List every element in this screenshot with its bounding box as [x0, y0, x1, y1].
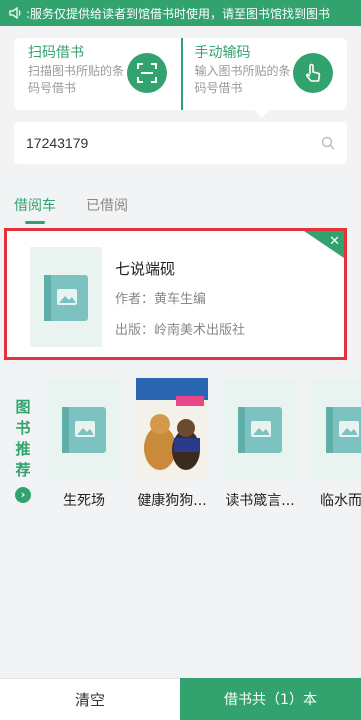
scan-button[interactable] [126, 53, 167, 93]
book-cover-placeholder [48, 378, 120, 480]
recommend-char: 图 [15, 398, 31, 416]
barcode-input[interactable] [26, 135, 321, 151]
scan-icon [136, 63, 157, 83]
recommend-char: 推 [15, 440, 31, 458]
tab-borrowed[interactable]: 已借阅 [86, 195, 128, 219]
scan-borrow-option[interactable]: 扫码借书 扫描图书所贴的条码号借书 [14, 38, 181, 110]
recommend-book[interactable]: 生死场 [42, 378, 126, 510]
recommend-char: 荐 [15, 461, 31, 479]
borrow-button[interactable]: 借书共（1）本 [180, 678, 361, 720]
recommend-char: 书 [15, 419, 31, 437]
chevron-right-icon[interactable]: › [15, 487, 31, 503]
book-placeholder-icon [44, 275, 88, 321]
book-placeholder-icon [326, 407, 361, 453]
manual-input-button[interactable] [293, 53, 333, 93]
tap-hand-icon [306, 63, 321, 82]
cart-book-item[interactable]: 七说端砚 作者：黄车生编 出版：岭南美术出版社 ✕ [4, 228, 347, 360]
card-pointer [254, 110, 270, 118]
book-placeholder-icon [238, 407, 282, 453]
notice-bar: :服务仅提供给读者到馆借书时使用，请至图书馆找到图书 [0, 0, 361, 26]
recommend-book-name: 临水而居 [320, 493, 361, 509]
recommend-book-name: 生死场 [63, 493, 105, 509]
recommend-book[interactable]: 健康狗狗... [130, 378, 214, 510]
manual-input-desc: 输入图书所贴的条码号借书 [194, 64, 291, 95]
search-icon[interactable] [321, 136, 335, 150]
borrow-tabs: 借阅车 已借阅 [14, 195, 158, 224]
recommend-label[interactable]: 图 书 推 荐 › [12, 397, 34, 503]
recommend-book[interactable]: 读书箴言... [218, 378, 302, 510]
book-publisher: 出版：岭南美术出版社 [115, 323, 246, 338]
book-title: 七说端砚 [115, 260, 176, 278]
book-author: 作者：黄车生编 [115, 292, 207, 307]
scan-borrow-desc: 扫描图书所贴的条码号借书 [28, 64, 125, 95]
bottom-bar: 清空 借书共（1）本 [0, 678, 361, 720]
recommend-book-name: 健康狗狗... [137, 493, 207, 509]
dog-book-cover [136, 378, 208, 480]
book-placeholder-icon [62, 407, 106, 453]
book-cover-placeholder [30, 247, 102, 347]
borrow-methods-card: 扫码借书 扫描图书所贴的条码号借书 手动输码 输入图书所贴的条码号借书 [14, 38, 347, 110]
recommend-book[interactable]: 临水而居 [306, 378, 361, 510]
speaker-icon [9, 6, 21, 20]
tab-borrow-cart[interactable]: 借阅车 [14, 195, 56, 224]
manual-input-option[interactable]: 手动输码 输入图书所贴的条码号借书 [180, 38, 348, 110]
book-cover-placeholder [312, 378, 361, 480]
close-icon[interactable]: ✕ [329, 235, 340, 248]
recommend-book-name: 读书箴言... [225, 493, 295, 509]
book-cover-placeholder [224, 378, 296, 480]
clear-button[interactable]: 清空 [0, 678, 180, 720]
book-cover-image [136, 378, 208, 480]
recommend-list: 生死场 健康狗狗... 读书箴言... 临水而 [42, 378, 361, 518]
search-box[interactable] [14, 122, 347, 164]
notice-text: :服务仅提供给读者到馆借书时使用，请至图书馆找到图书 [26, 6, 331, 21]
